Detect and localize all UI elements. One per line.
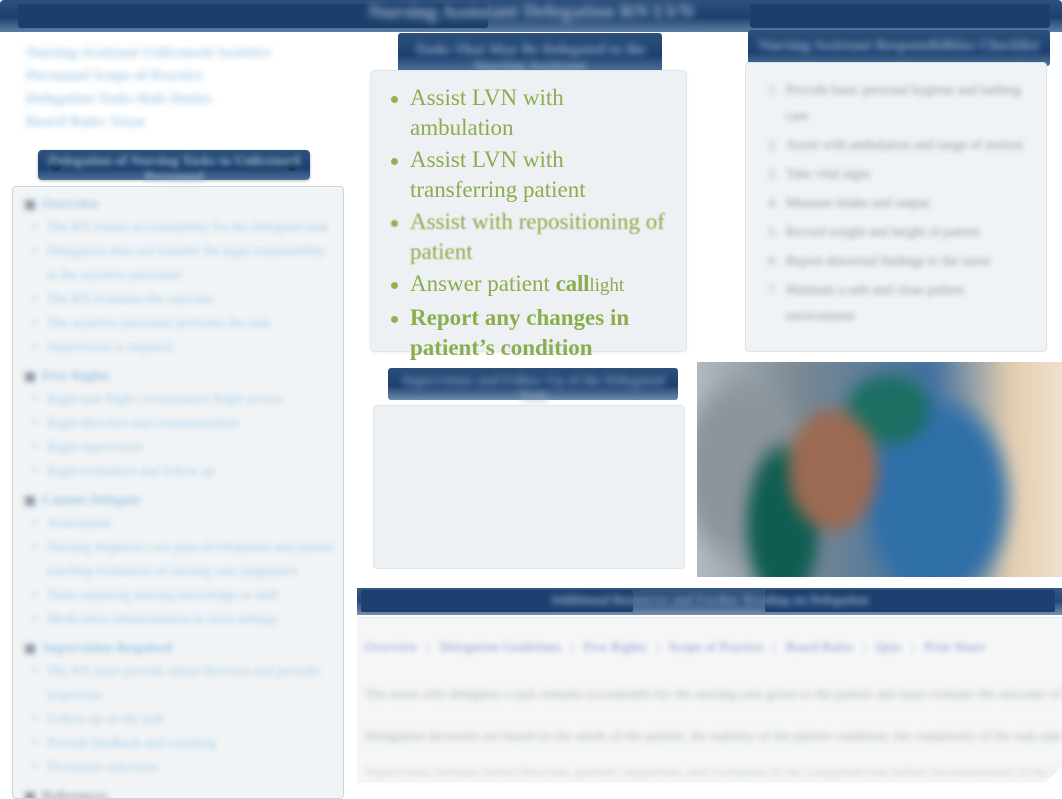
bottom-body: Overview | Delegation Guidelines | Five Righ… bbox=[357, 617, 1062, 783]
list-item: Assist with ambulation and range of moti… bbox=[768, 132, 1023, 158]
center-top-header[interactable]: Tasks That May Be Delegated to the Nursi… bbox=[398, 33, 662, 75]
left-list-item: Document outcomes bbox=[31, 755, 335, 779]
left-list-item: Follow up on the task bbox=[31, 707, 335, 731]
right-list-panel: Provide basic personal hygiene and bathi… bbox=[745, 62, 1047, 352]
list-item: Assist with repositioning of patient bbox=[383, 207, 672, 267]
square-bullet-icon bbox=[25, 791, 35, 798]
left-panel-header[interactable]: Delegation of Nursing Tasks to Unlicense… bbox=[38, 150, 310, 185]
center-mid-header[interactable]: Supervision and Follow Up of the Delegat… bbox=[388, 368, 678, 405]
left-list-item: Tasks requiring nursing knowledge or ski… bbox=[31, 583, 335, 607]
square-bullet-icon bbox=[25, 371, 35, 382]
list-item: Measure intake and output bbox=[768, 190, 930, 216]
left-panel-header-label: Delegation of Nursing Tasks to Unlicense… bbox=[48, 154, 300, 185]
left-list-item: Right supervision bbox=[31, 435, 335, 459]
left-group-title: Five Rights bbox=[25, 369, 343, 385]
top-banner: Nursing Assistant Delegation RN LVN bbox=[0, 0, 1062, 32]
bottom-header[interactable]: Additional Resources and Further Reading… bbox=[357, 588, 1062, 615]
right-top-header[interactable]: Nursing Assistant Responsibilities Check… bbox=[748, 30, 1050, 66]
center-bullets-panel: Assist LVN with ambulation Assist LVN wi… bbox=[370, 70, 687, 360]
left-list-item: The assistive personnel performs the tas… bbox=[31, 311, 335, 335]
left-heading-line: Delegation Tasks Role Duties bbox=[26, 91, 212, 107]
nursing-care-photo bbox=[697, 362, 1062, 577]
list-item: Report abnormal findings to the nurse bbox=[768, 248, 992, 274]
square-bullet-icon bbox=[25, 199, 35, 210]
bottom-link[interactable]: Five Rights bbox=[584, 640, 646, 654]
left-footer-note: References bbox=[25, 789, 343, 798]
list-item: Report any changes in patient’s conditio… bbox=[383, 303, 672, 363]
left-heading-line: Board Rules Texas bbox=[26, 114, 146, 130]
bottom-link[interactable]: Delegation Guidelines bbox=[440, 640, 561, 654]
left-list-item: Medication administration in most settin… bbox=[31, 607, 335, 631]
list-item: Take vital signs bbox=[768, 161, 871, 187]
left-group-title: Supervision Required bbox=[25, 641, 343, 657]
photo-content bbox=[697, 362, 1062, 577]
left-list-item: Right task Right circumstance Right pers… bbox=[31, 387, 335, 411]
list-item: Assist LVN with transferring patient bbox=[383, 145, 672, 205]
responsibilities-list: Provide basic personal hygiene and bathi… bbox=[746, 63, 1046, 329]
left-group-title: Cannot Delegate bbox=[25, 493, 343, 509]
bottom-paragraph: Delegation decisions are based on the ne… bbox=[365, 728, 1062, 743]
left-list-item: Right evaluation and follow up bbox=[31, 459, 335, 483]
corner-fade bbox=[1028, 763, 1062, 797]
left-group-title: Overview bbox=[25, 197, 343, 213]
center-mid-header-label: Supervision and Follow Up of the Delegat… bbox=[401, 374, 665, 405]
left-list-item: Delegation does not transfer the legal r… bbox=[31, 239, 335, 287]
bottom-paragraph: Supervision includes initial direction, … bbox=[365, 764, 1062, 779]
list-item: Record weight and height of patient bbox=[768, 219, 980, 245]
delegated-tasks-list: Assist LVN with ambulation Assist LVN wi… bbox=[371, 71, 686, 363]
left-list-item: Assessment bbox=[31, 511, 335, 535]
left-list-item: The RN retains accountability for the de… bbox=[31, 215, 335, 239]
bottom-link[interactable]: Scope of Practice bbox=[669, 640, 763, 654]
left-heading-line: Personnel Scope of Practice bbox=[26, 68, 204, 84]
left-list-item: Supervision is required bbox=[31, 335, 335, 359]
bottom-paragraph: The nurse who delegates a task remains a… bbox=[365, 686, 1062, 701]
left-panel: Overview The RN retains accountability f… bbox=[12, 186, 344, 799]
left-list-item: The RN must provide initial direction an… bbox=[31, 659, 335, 707]
bottom-header-label: Additional Resources and Further Reading… bbox=[550, 592, 869, 607]
list-item: Answer patient calllight bbox=[383, 269, 672, 301]
left-list-item: Right direction and communication bbox=[31, 411, 335, 435]
list-item: Maintain a safe and clean patient enviro… bbox=[768, 277, 965, 323]
left-list-item: Provide feedback and coaching bbox=[31, 731, 335, 755]
left-heading-line: Nursing Assistant Unlicensed Assistive bbox=[26, 45, 272, 61]
left-list-item: The RN evaluates the outcome bbox=[31, 287, 335, 311]
left-list-item: Nursing diagnosis care plan development … bbox=[31, 535, 335, 583]
bottom-link[interactable]: Print Share bbox=[925, 640, 985, 654]
list-item: Assist LVN with ambulation bbox=[383, 83, 672, 143]
slide-title: Nursing Assistant Delegation RN LVN bbox=[368, 1, 694, 23]
square-bullet-icon bbox=[25, 495, 35, 506]
right-top-header-label: Nursing Assistant Responsibilities Check… bbox=[758, 38, 1040, 54]
bottom-link[interactable]: Board Rules bbox=[786, 640, 853, 654]
center-mid-panel bbox=[373, 405, 685, 569]
bottom-link[interactable]: Quiz bbox=[876, 640, 902, 654]
square-bullet-icon bbox=[25, 643, 35, 654]
list-item: Provide basic personal hygiene and bathi… bbox=[768, 77, 1022, 123]
bottom-links[interactable]: Overview | Delegation Guidelines | Five Righ… bbox=[365, 640, 1055, 655]
left-heading: Nursing Assistant Unlicensed Assistive P… bbox=[26, 42, 326, 134]
bottom-link[interactable]: Overview bbox=[365, 640, 418, 654]
